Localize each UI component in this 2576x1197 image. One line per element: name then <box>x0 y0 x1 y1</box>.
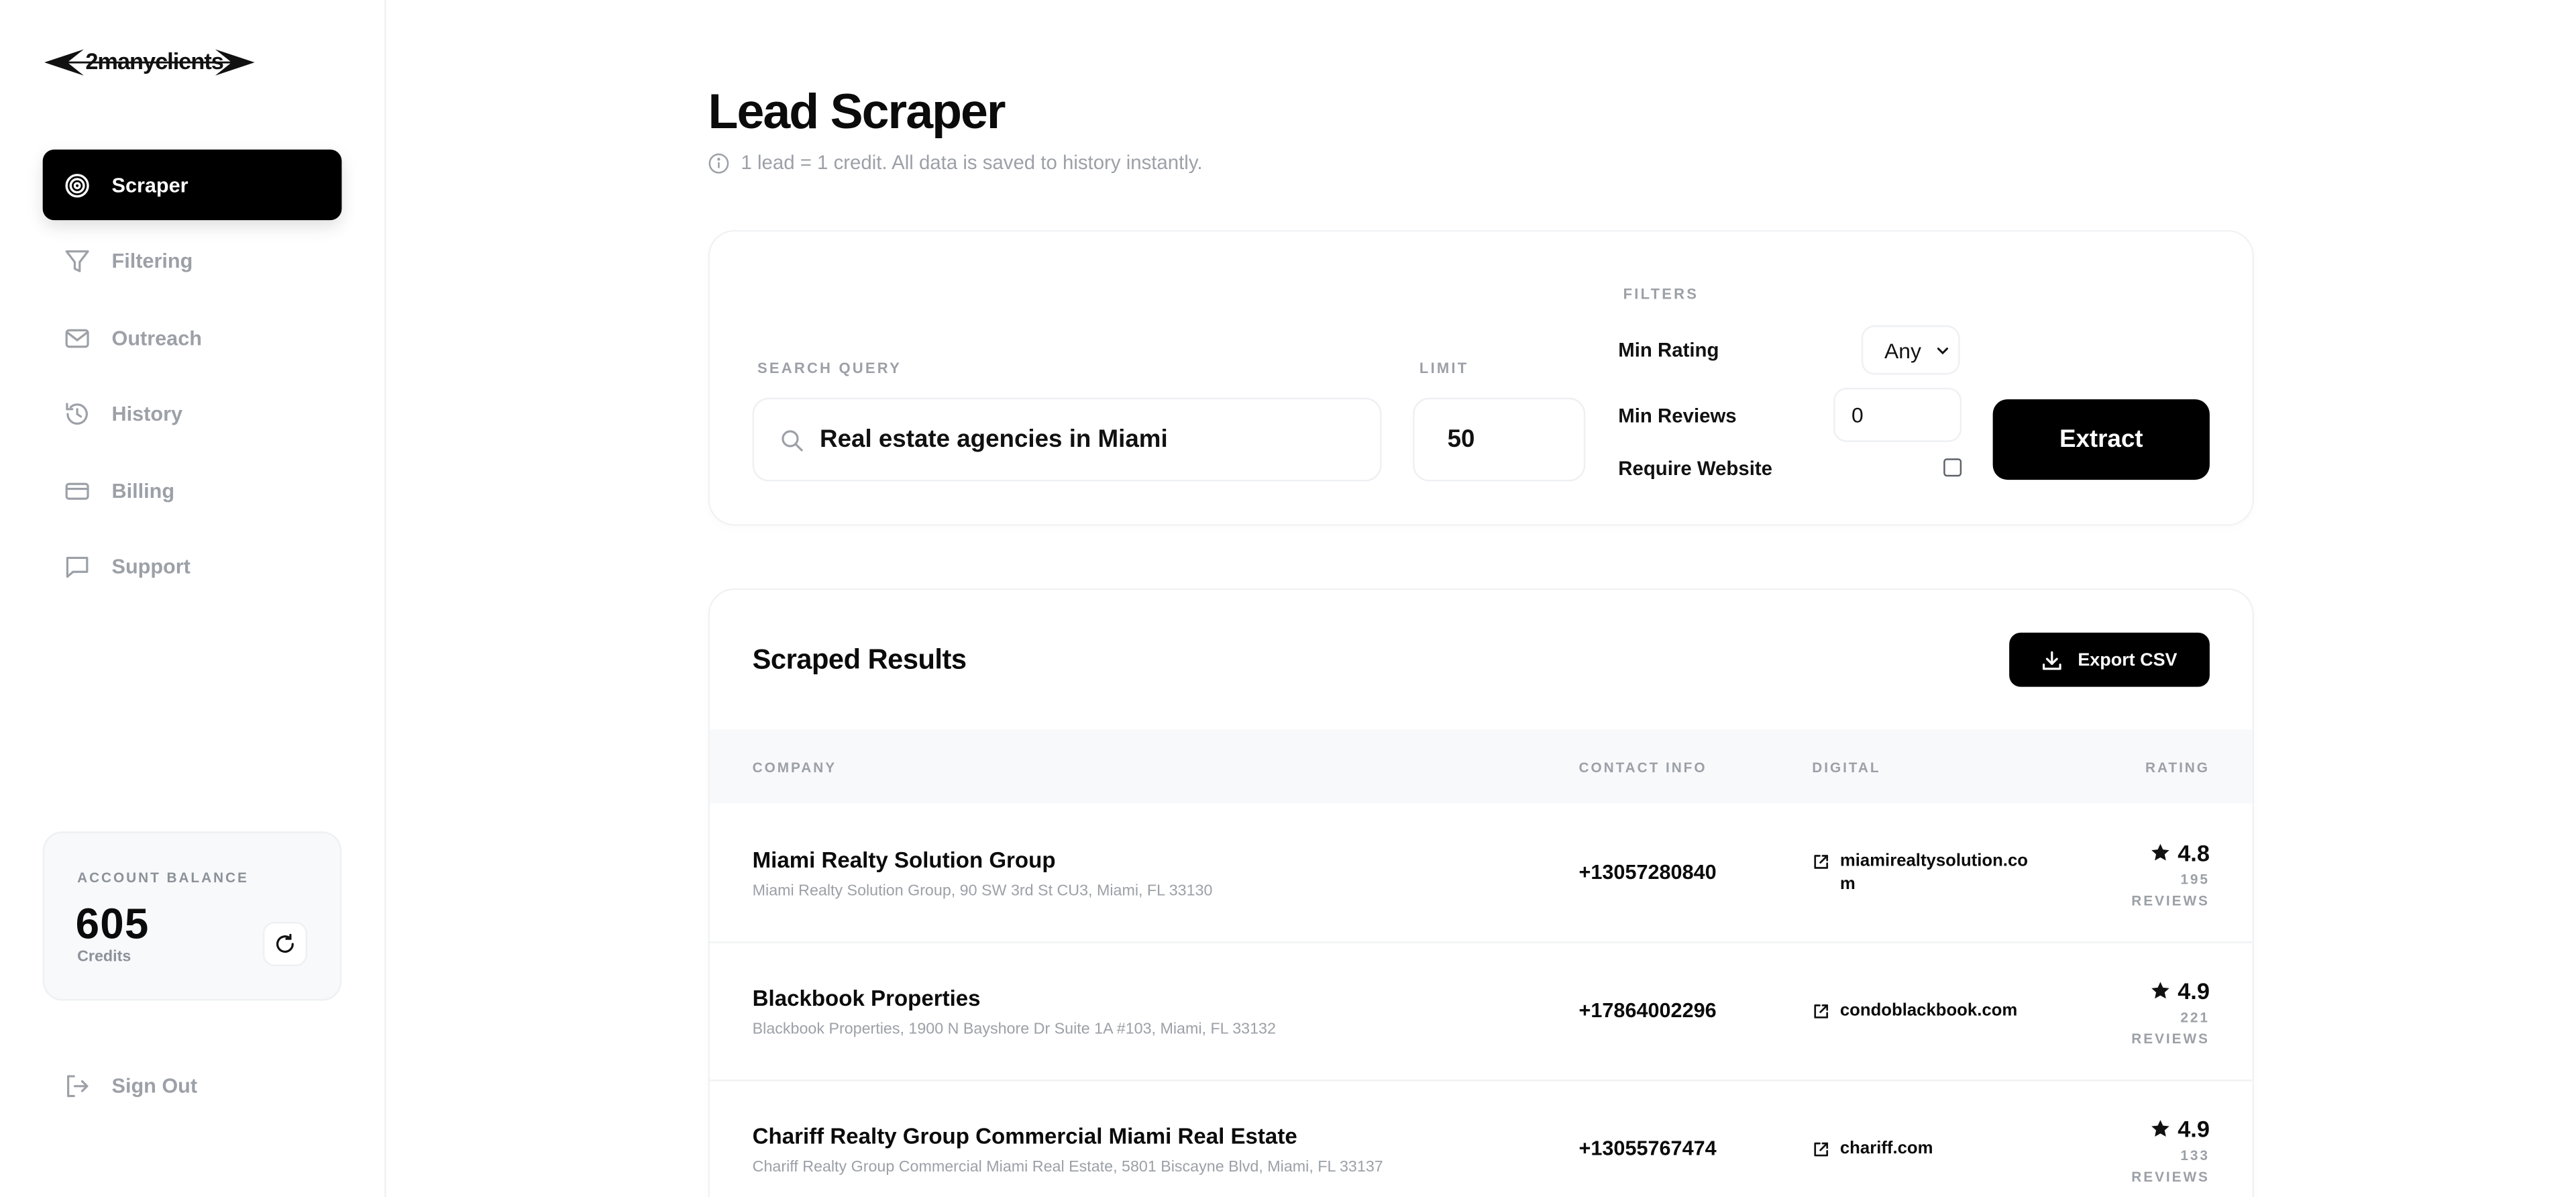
sidebar-item-label: History <box>111 403 183 426</box>
review-count-number: 195 <box>2180 870 2210 888</box>
min-reviews-label: Min Reviews <box>1618 404 1737 427</box>
website-link[interactable]: miamirealtysolution.com <box>1812 849 2029 896</box>
page-title: Lead Scraper <box>708 85 1006 140</box>
star-icon <box>2151 1120 2169 1137</box>
company-address: Blackbook Properties, 1900 N Bayshore Dr… <box>752 1020 1276 1039</box>
review-count-unit: REVIEWS <box>2131 892 2210 909</box>
search-query-label: SEARCH QUERY <box>757 360 902 376</box>
review-count: 195 REVIEWS <box>2111 870 2210 913</box>
table-header <box>709 729 2253 804</box>
export-csv-label: Export CSV <box>2078 649 2178 670</box>
review-count-number: 133 <box>2180 1147 2210 1163</box>
rating-value: 4.9 <box>2178 978 2210 1004</box>
mail-icon <box>64 325 91 351</box>
sidebar-item-label: Filtering <box>111 250 193 273</box>
rating-value-wrap: 4.8 <box>2150 839 2210 866</box>
column-header-rating: RATING <box>2145 759 2210 776</box>
brand-name: 2manyclients <box>85 48 224 74</box>
account-balance-card: ACCOUNT BALANCE 605 Credits <box>42 831 342 1001</box>
min-rating-select[interactable]: Any <box>1861 325 1960 375</box>
sidebar-nav: Scraper Filtering Outreach History Billi… <box>42 149 342 608</box>
external-link-icon <box>1814 855 1829 869</box>
sidebar-item-history[interactable]: History <box>43 378 342 449</box>
rating-value-wrap: 4.9 <box>2150 1116 2210 1142</box>
limit-label: LIMIT <box>1419 360 1469 376</box>
column-header-digital: DIGITAL <box>1812 759 1881 776</box>
refresh-balance-button[interactable] <box>262 921 307 967</box>
rating-value: 4.8 <box>2178 839 2210 866</box>
min-reviews-input[interactable]: 0 <box>1833 387 1962 442</box>
search-icon <box>782 429 803 451</box>
sidebar-item-label: Support <box>111 555 191 579</box>
sidebar: 2manyclients Scraper Filtering Outreach <box>0 0 386 1197</box>
page-subtitle-text: 1 lead = 1 credit. All data is saved to … <box>741 151 1203 174</box>
contact-phone[interactable]: +13057280840 <box>1578 861 1716 884</box>
filters-label: FILTERS <box>1623 286 1699 303</box>
company-address: Miami Realty Solution Group, 90 SW 3rd S… <box>752 882 1213 901</box>
website-link[interactable]: condoblackbook.com <box>1812 999 2029 1022</box>
export-csv-button[interactable]: Export CSV <box>2009 632 2210 687</box>
balance-unit: Credits <box>77 948 131 967</box>
sidebar-item-support[interactable]: Support <box>43 531 342 602</box>
filter-icon <box>64 248 91 274</box>
min-rating-label: Min Rating <box>1618 338 1719 362</box>
sidebar-item-filtering[interactable]: Filtering <box>43 226 342 297</box>
sign-out-button[interactable]: Sign Out <box>64 1073 198 1099</box>
sidebar-item-label: Scraper <box>111 173 189 197</box>
website-text: condoblackbook.com <box>1839 1000 2018 1021</box>
website-text: chariff.com <box>1839 1139 1933 1159</box>
review-count: 221 REVIEWS <box>2111 1007 2210 1050</box>
review-count-unit: REVIEWS <box>2131 1168 2210 1185</box>
review-count-unit: REVIEWS <box>2131 1030 2210 1047</box>
limit-input[interactable]: 50 <box>1413 397 1586 482</box>
company-name: Blackbook Properties <box>752 986 981 1011</box>
star-icon <box>2151 982 2169 999</box>
star-icon <box>2151 843 2169 861</box>
column-header-company: COMPANY <box>752 759 837 776</box>
extract-button[interactable]: Extract <box>1992 399 2210 480</box>
review-count: 133 REVIEWS <box>2111 1145 2210 1188</box>
sidebar-item-outreach[interactable]: Outreach <box>43 303 342 373</box>
review-count-number: 221 <box>2180 1008 2210 1026</box>
company-name: Miami Realty Solution Group <box>752 847 1056 873</box>
external-link-icon <box>1814 1142 1829 1157</box>
search-input[interactable]: Real estate agencies in Miami <box>752 397 1382 482</box>
rating-value-wrap: 4.9 <box>2150 978 2210 1004</box>
sign-out-label: Sign Out <box>111 1074 198 1098</box>
sidebar-item-label: Outreach <box>111 326 202 350</box>
require-website-label: Require Website <box>1618 456 1773 480</box>
company-address: Chariff Realty Group Commercial Miami Re… <box>752 1158 1383 1177</box>
brand-logo[interactable]: 2manyclients <box>44 44 255 81</box>
credit-card-icon <box>64 477 91 503</box>
company-name: Chariff Realty Group Commercial Miami Re… <box>752 1124 1297 1149</box>
page-subtitle: 1 lead = 1 credit. All data is saved to … <box>708 151 1203 174</box>
website-link[interactable]: chariff.com <box>1812 1137 2029 1160</box>
balance-label: ACCOUNT BALANCE <box>77 869 249 886</box>
history-icon <box>64 401 91 427</box>
info-icon <box>708 152 729 173</box>
chevron-down-icon <box>1937 346 1949 354</box>
external-link-icon <box>1814 1004 1829 1019</box>
row-divider <box>709 1079 2253 1082</box>
website-text: miamirealtysolution.com <box>1839 851 2028 894</box>
contact-phone[interactable]: +17864002296 <box>1578 999 1716 1022</box>
contact-phone[interactable]: +13055767474 <box>1578 1137 1716 1160</box>
sidebar-item-billing[interactable]: Billing <box>43 455 342 525</box>
message-icon <box>64 554 91 580</box>
min-rating-value: Any <box>1884 337 1921 363</box>
search-input-value: Real estate agencies in Miami <box>820 425 1168 454</box>
refresh-icon <box>276 933 294 953</box>
sidebar-item-label: Billing <box>111 478 175 503</box>
balance-value: 605 <box>75 898 150 949</box>
target-icon <box>64 172 91 198</box>
require-website-checkbox[interactable] <box>1943 458 1962 477</box>
column-header-contact-info: CONTACT INFO <box>1578 759 1707 776</box>
sidebar-item-scraper[interactable]: Scraper <box>42 149 342 221</box>
logout-icon <box>67 1075 89 1098</box>
download-icon <box>2042 650 2061 670</box>
results-title: Scraped Results <box>752 644 967 676</box>
row-divider <box>709 941 2253 943</box>
rating-value: 4.9 <box>2178 1115 2210 1143</box>
